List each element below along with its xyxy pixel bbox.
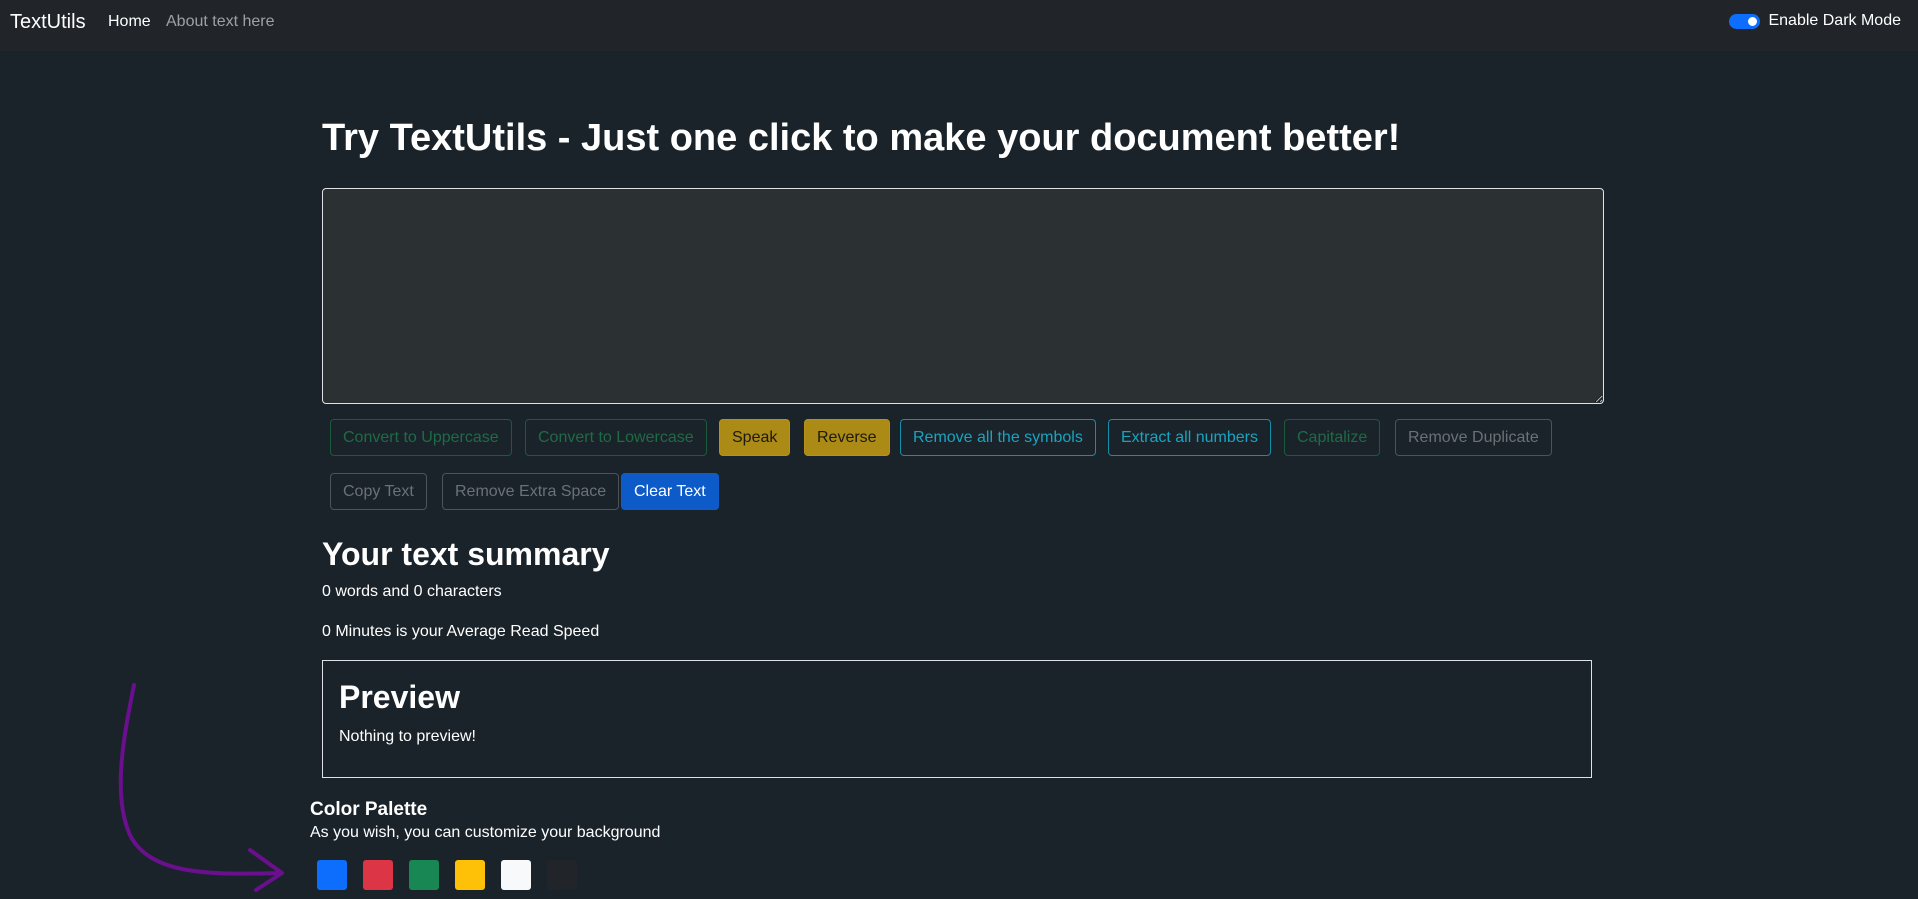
word-char-count: 0 words and 0 characters	[322, 583, 502, 600]
swatch-white[interactable]	[501, 860, 531, 890]
swatch-green[interactable]	[409, 860, 439, 890]
preview-text: Nothing to preview!	[339, 728, 476, 745]
clear-text-button[interactable]: Clear Text	[621, 473, 719, 510]
speak-button[interactable]: Speak	[719, 419, 791, 456]
remove-extra-space-button[interactable]: Remove Extra Space	[442, 473, 620, 510]
palette-heading: Color Palette	[310, 799, 428, 820]
read-speed-text: 0 Minutes is your Average Read Speed	[322, 623, 600, 640]
convert-lowercase-button[interactable]: Convert to Lowercase	[525, 419, 707, 456]
capitalize-button[interactable]: Capitalize	[1284, 419, 1381, 456]
text-input-area[interactable]	[322, 188, 1604, 404]
preview-heading: Preview	[339, 679, 460, 715]
navbar: TextUtils Home About text here Enable Da…	[0, 0, 1918, 51]
nav-link-about[interactable]: About text here	[166, 13, 275, 31]
preview-box: Preview Nothing to preview!	[322, 660, 1592, 778]
swatch-red[interactable]	[363, 860, 393, 890]
extract-numbers-button[interactable]: Extract all numbers	[1108, 419, 1271, 456]
swatch-blue[interactable]	[317, 860, 347, 890]
convert-uppercase-button[interactable]: Convert to Uppercase	[330, 419, 512, 456]
swatch-yellow[interactable]	[455, 860, 485, 890]
toggle-knob	[1748, 16, 1758, 26]
palette-subtitle: As you wish, you can customize your back…	[310, 824, 661, 841]
swatch-dark[interactable]	[547, 860, 577, 890]
remove-duplicate-button[interactable]: Remove Duplicate	[1395, 419, 1552, 456]
remove-symbols-button[interactable]: Remove all the symbols	[900, 419, 1096, 456]
page-title: Try TextUtils - Just one click to make y…	[322, 117, 1401, 159]
dark-mode-switch[interactable]: Enable Dark Mode	[1729, 12, 1901, 30]
brand-logo[interactable]: TextUtils	[10, 11, 86, 34]
reverse-button[interactable]: Reverse	[804, 419, 890, 456]
hand-drawn-arrow-icon	[118, 683, 284, 892]
nav-link-home[interactable]: Home	[108, 13, 151, 31]
summary-heading: Your text summary	[322, 536, 610, 572]
copy-text-button[interactable]: Copy Text	[330, 473, 427, 510]
toggle-switch[interactable]	[1729, 13, 1761, 29]
dark-mode-label: Enable Dark Mode	[1768, 12, 1901, 29]
